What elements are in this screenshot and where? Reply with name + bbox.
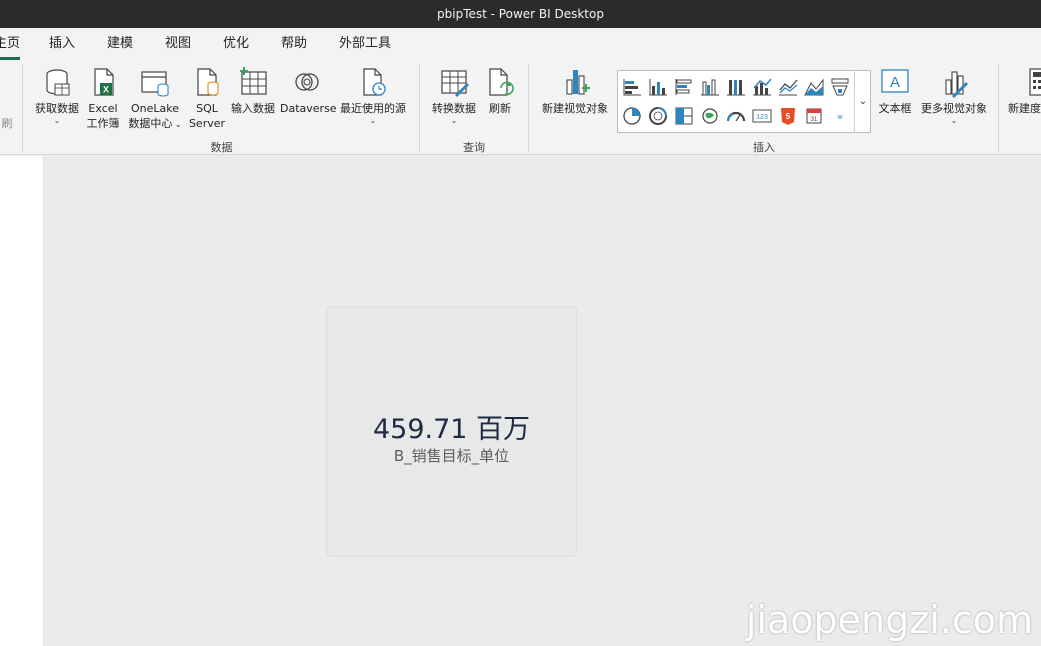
transform-data-button[interactable]: 转换数据 ⌄	[428, 66, 480, 126]
ribbon-tab-bar: 主页 插入 建模 视图 优化 帮助 外部工具	[0, 28, 1041, 60]
more-visuals-icon	[945, 71, 968, 98]
card-value: 459.71 百万	[372, 414, 531, 445]
window-title: pbipTest - Power BI Desktop	[437, 7, 604, 21]
line-chart-icon[interactable]	[777, 76, 799, 98]
group-label-insert: 插入	[753, 141, 775, 154]
pie-chart-icon[interactable]	[621, 105, 643, 127]
sql-server-button[interactable]: SQL Server	[188, 66, 226, 131]
title-bar: pbipTest - Power BI Desktop	[0, 0, 1041, 28]
chevron-down-icon: ⌄	[450, 116, 458, 125]
new-measure-button[interactable]: 新建度	[1008, 66, 1041, 116]
svg-text:123: 123	[756, 114, 768, 121]
ribbon-separator	[22, 64, 23, 152]
svg-text:A: A	[890, 74, 900, 91]
chevron-down-icon: ⌄	[950, 116, 958, 125]
more-visuals-button[interactable]: 更多视觉对象 ⌄	[916, 66, 992, 126]
card-label: B_销售目标_单位	[393, 447, 510, 465]
refresh-partial-label: 刷	[1, 117, 13, 130]
text-box-button[interactable]: A 文本框	[876, 66, 914, 116]
refresh-button[interactable]: 刷新	[484, 66, 516, 116]
tab-modeling[interactable]: 建模	[107, 28, 133, 60]
treemap-icon[interactable]	[673, 105, 695, 127]
enter-data-button[interactable]: 输入数据	[228, 66, 278, 116]
tab-optimize[interactable]: 优化	[223, 28, 249, 60]
onelake-icon	[141, 71, 169, 97]
visual-gallery: 123 5 31 w	[617, 70, 871, 133]
recent-sources-icon	[363, 68, 386, 96]
get-data-button[interactable]: 获取数据 ⌄	[32, 66, 82, 126]
svg-text:w: w	[836, 114, 843, 121]
ribbon-separator	[528, 64, 529, 152]
stacked-bar-chart-icon[interactable]	[621, 76, 643, 98]
clustered-column-chart-icon[interactable]	[699, 76, 721, 98]
group-label-data: 数据	[210, 141, 233, 154]
tab-help[interactable]: 帮助	[281, 28, 307, 60]
card-visual[interactable]: 459.71 百万 B_销售目标_单位	[326, 306, 577, 557]
watermark: jiaopengzi.com	[745, 598, 1033, 642]
dataverse-button[interactable]: Dataverse	[280, 66, 337, 116]
calculator-icon	[1029, 68, 1041, 96]
map-icon[interactable]	[699, 105, 721, 127]
area-chart-icon[interactable]	[803, 76, 825, 98]
tab-insert[interactable]: 插入	[49, 28, 75, 60]
100-percent-column-chart-icon[interactable]	[725, 76, 747, 98]
donut-chart-icon[interactable]	[647, 105, 669, 127]
refresh-icon	[489, 68, 514, 96]
html-content-icon[interactable]: 5	[777, 105, 799, 127]
database-icon	[46, 69, 70, 96]
new-visual-icon	[566, 70, 590, 95]
gallery-expand-button[interactable]: ⌄	[854, 70, 871, 133]
svg-text:31: 31	[811, 117, 818, 123]
text-box-icon: A	[881, 69, 909, 93]
ribbon-separator	[998, 64, 999, 152]
svg-text:5: 5	[786, 112, 791, 121]
tab-home[interactable]: 主页	[0, 28, 21, 60]
table-grid-icon	[240, 67, 267, 95]
chevron-down-icon: ⌄	[53, 116, 61, 125]
excel-icon: X	[94, 68, 114, 96]
svg-text:X: X	[103, 85, 109, 95]
word-cloud-icon[interactable]: w	[829, 105, 851, 127]
recent-sources-button[interactable]: 最近使用的源 ⌄	[336, 66, 410, 126]
sql-server-icon	[197, 68, 219, 96]
ribbon-chart-icon[interactable]	[829, 76, 851, 98]
onelake-hub-button[interactable]: OneLake 数据中心 ⌄	[124, 66, 186, 132]
group-label-query: 查询	[463, 141, 485, 154]
new-visual-button[interactable]: 新建视觉对象	[538, 66, 612, 116]
clustered-bar-chart-icon[interactable]	[673, 76, 695, 98]
transform-data-icon	[441, 70, 469, 97]
dataverse-icon	[295, 73, 319, 91]
stacked-column-chart-icon[interactable]	[647, 76, 669, 98]
calendar-icon[interactable]: 31	[803, 105, 825, 127]
chevron-down-icon: ⌄	[172, 120, 182, 129]
left-view-pane	[0, 156, 44, 646]
gauge-icon[interactable]	[725, 105, 747, 127]
tab-view[interactable]: 视图	[165, 28, 191, 60]
card-icon[interactable]: 123	[751, 105, 773, 127]
ribbon: 刷 获取数据 ⌄ X Excel 工作簿 OneLake 数据中心 ⌄ SQL …	[0, 60, 1041, 155]
chevron-down-icon: ⌄	[858, 96, 868, 107]
chevron-down-icon: ⌄	[369, 116, 377, 125]
tab-external-tools[interactable]: 外部工具	[339, 28, 391, 60]
excel-workbook-button[interactable]: X Excel 工作簿	[84, 66, 122, 131]
line-and-column-chart-icon[interactable]	[751, 76, 773, 98]
